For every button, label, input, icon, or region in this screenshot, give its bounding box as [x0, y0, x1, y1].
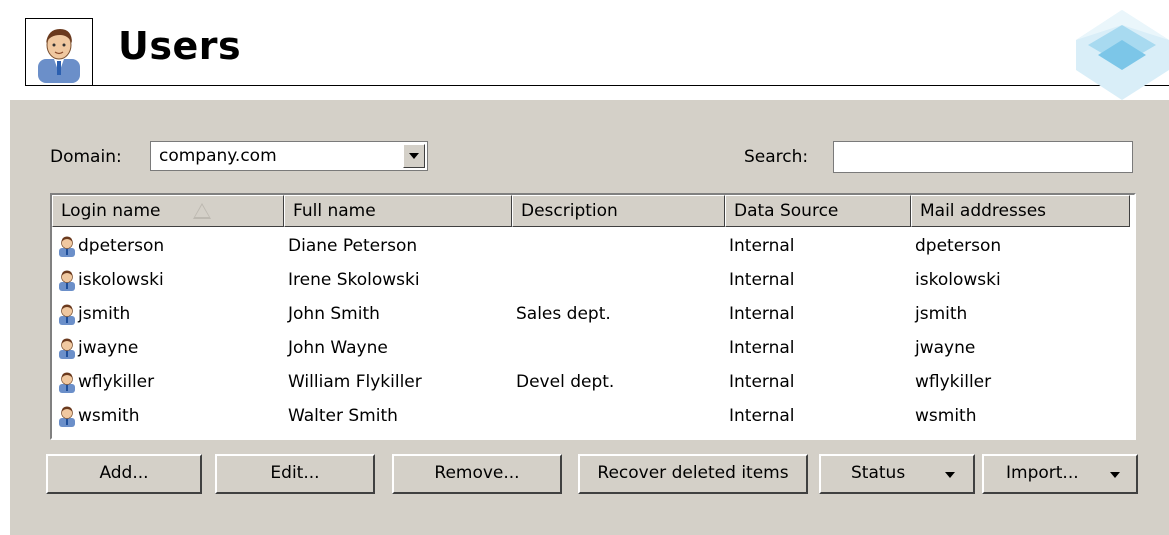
column-header-label: Mail addresses [920, 201, 1047, 221]
domain-select-value: company.com [159, 146, 277, 166]
cell-login: wsmith [78, 406, 140, 426]
import-button-label: Import... [1006, 463, 1079, 483]
cell-full-name: Diane Peterson [288, 236, 418, 256]
domain-label: Domain: [50, 147, 122, 167]
cell-data-source: Internal [729, 406, 795, 426]
table-row[interactable]: wsmith Walter Smith Internal wsmith [52, 400, 1134, 434]
import-button[interactable]: Import... [982, 454, 1138, 494]
chevron-down-icon[interactable] [403, 144, 425, 168]
column-header-data-source[interactable]: Data Source [725, 195, 911, 227]
cell-full-name: John Smith [288, 304, 380, 324]
remove-button-label: Remove... [434, 463, 520, 483]
column-header-mail[interactable]: Mail addresses [911, 195, 1130, 227]
search-input[interactable] [833, 141, 1133, 173]
cell-mail: wflykiller [915, 372, 992, 392]
cell-login: dpeterson [78, 236, 165, 256]
cell-data-source: Internal [729, 372, 795, 392]
sort-ascending-icon [193, 203, 211, 219]
search-label: Search: [744, 147, 809, 167]
cell-full-name: Walter Smith [288, 406, 398, 426]
cell-mail: dpeterson [915, 236, 1002, 256]
cell-mail: iskolowski [915, 270, 1001, 290]
cell-description: Devel dept. [516, 372, 615, 392]
cell-mail: jwayne [915, 338, 976, 358]
cell-description: Sales dept. [516, 304, 611, 324]
users-panel: Domain: company.com Search: Login name F… [10, 100, 1169, 535]
cell-full-name: John Wayne [288, 338, 388, 358]
recover-button-label: Recover deleted items [597, 463, 789, 483]
domain-select[interactable]: company.com [150, 141, 428, 171]
column-header-label: Data Source [734, 201, 839, 221]
recover-deleted-items-button[interactable]: Recover deleted items [578, 454, 808, 494]
add-button-label: Add... [99, 463, 149, 483]
cell-mail: jsmith [915, 304, 968, 324]
header-avatar [25, 18, 93, 86]
table-header: Login name Full name Description Data So… [52, 195, 1134, 227]
table-row[interactable]: dpeterson Diane Peterson Internal dpeter… [52, 230, 1134, 264]
cell-mail: wsmith [915, 406, 977, 426]
table-row[interactable]: jwayne John Wayne Internal jwayne [52, 332, 1134, 366]
user-icon [59, 236, 75, 257]
user-icon [59, 372, 75, 393]
table-row[interactable]: wflykiller William Flykiller Devel dept.… [52, 366, 1134, 400]
cell-full-name: Irene Skolowski [288, 270, 420, 290]
cell-login: wflykiller [78, 372, 155, 392]
page-title: Users [118, 24, 242, 68]
table-row[interactable]: jsmith John Smith Sales dept. Internal j… [52, 298, 1134, 332]
user-icon [59, 406, 75, 427]
cell-data-source: Internal [729, 304, 795, 324]
product-logo-icon [1076, 10, 1169, 100]
user-avatar-icon [38, 29, 80, 83]
user-icon [59, 304, 75, 325]
user-icon [59, 270, 75, 291]
cell-data-source: Internal [729, 236, 795, 256]
users-table: Login name Full name Description Data So… [50, 193, 1136, 440]
cell-login: iskolowski [78, 270, 164, 290]
cell-data-source: Internal [729, 270, 795, 290]
user-icon [59, 338, 75, 359]
chevron-down-icon [1110, 472, 1120, 478]
column-header-label: Full name [293, 201, 376, 221]
edit-button[interactable]: Edit... [215, 454, 375, 494]
table-row[interactable]: iskolowski Irene Skolowski Internal isko… [52, 264, 1134, 298]
cell-data-source: Internal [729, 338, 795, 358]
column-header-label: Description [521, 201, 618, 221]
column-header-login[interactable]: Login name [52, 195, 284, 227]
page-header: Users [0, 0, 1169, 100]
column-header-full-name[interactable]: Full name [284, 195, 512, 227]
cell-full-name: William Flykiller [288, 372, 422, 392]
chevron-down-icon [945, 472, 955, 478]
cell-login: jwayne [78, 338, 139, 358]
status-button[interactable]: Status [819, 454, 975, 494]
header-divider [93, 85, 1169, 86]
column-header-label: Login name [61, 201, 161, 221]
status-button-label: Status [851, 463, 906, 483]
remove-button[interactable]: Remove... [392, 454, 562, 494]
add-button[interactable]: Add... [46, 454, 202, 494]
cell-login: jsmith [78, 304, 131, 324]
edit-button-label: Edit... [270, 463, 320, 483]
column-header-description[interactable]: Description [512, 195, 725, 227]
